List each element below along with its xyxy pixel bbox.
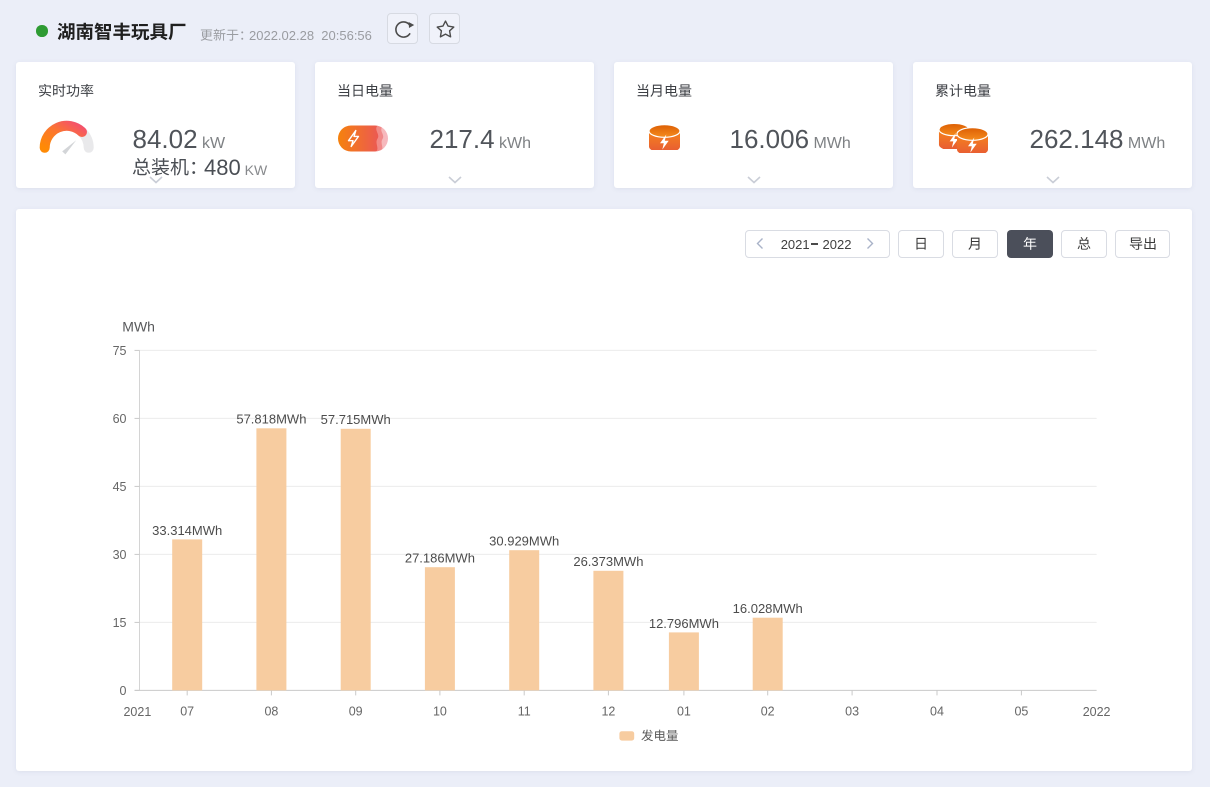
svg-text:45: 45 xyxy=(113,480,127,494)
svg-text:11: 11 xyxy=(518,705,531,719)
svg-text:27.186MWh: 27.186MWh xyxy=(405,551,475,566)
svg-text:04: 04 xyxy=(930,705,944,719)
svg-text:75: 75 xyxy=(113,344,127,358)
svg-text:16.028MWh: 16.028MWh xyxy=(733,601,803,616)
svg-text:30: 30 xyxy=(113,548,127,562)
svg-text:05: 05 xyxy=(1014,705,1028,719)
svg-text:0: 0 xyxy=(120,684,127,698)
svg-text:10: 10 xyxy=(433,705,447,719)
svg-text:08: 08 xyxy=(264,705,278,719)
svg-text:12.796MWh: 12.796MWh xyxy=(649,616,719,631)
svg-text:33.314MWh: 33.314MWh xyxy=(152,523,222,538)
svg-text:09: 09 xyxy=(349,705,363,719)
svg-text:30.929MWh: 30.929MWh xyxy=(489,534,559,549)
svg-text:26.373MWh: 26.373MWh xyxy=(573,554,643,569)
svg-text:07: 07 xyxy=(180,705,194,719)
svg-text:MWh: MWh xyxy=(122,318,155,334)
svg-text:03: 03 xyxy=(845,705,859,719)
svg-text:12: 12 xyxy=(601,705,615,719)
svg-text:02: 02 xyxy=(761,705,775,719)
svg-text:2022: 2022 xyxy=(1083,705,1111,719)
svg-text:57.715MWh: 57.715MWh xyxy=(321,412,391,427)
svg-text:01: 01 xyxy=(677,705,691,719)
svg-text:15: 15 xyxy=(113,616,127,630)
svg-text:2021: 2021 xyxy=(123,705,151,719)
svg-text:57.818MWh: 57.818MWh xyxy=(236,412,306,427)
svg-text:60: 60 xyxy=(113,412,127,426)
